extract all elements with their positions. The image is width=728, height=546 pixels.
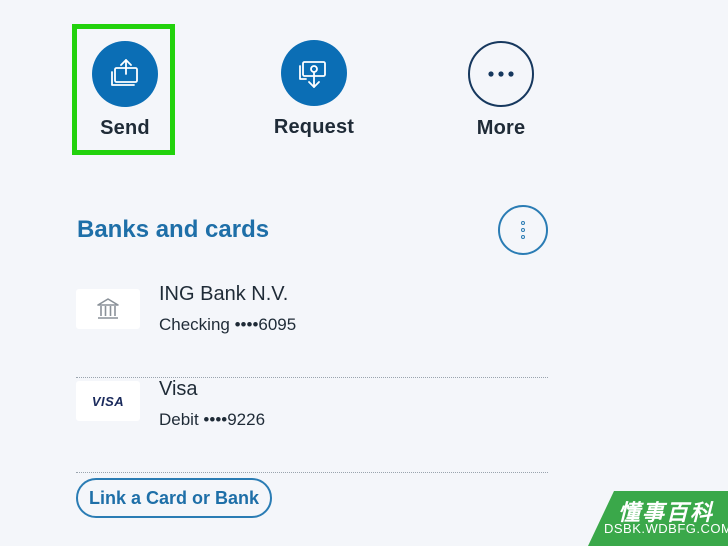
send-highlight-box	[72, 24, 175, 155]
request-button[interactable]: Request	[254, 40, 374, 139]
bank-account-detail: Checking ••••6095	[159, 315, 297, 334]
request-label: Request	[273, 116, 355, 138]
bank-icon	[76, 289, 140, 329]
link-card-or-bank-button[interactable]: Link a Card or Bank	[76, 478, 272, 518]
bank-item-ing[interactable]: ING Bank N.V. Checking ••••6095	[76, 283, 548, 378]
visa-logo-text: VISA	[91, 393, 125, 409]
more-label: More	[476, 117, 526, 139]
card-detail: Debit ••••9226	[159, 410, 266, 429]
divider	[76, 472, 548, 473]
visa-logo: VISA	[76, 381, 140, 421]
watermark-logo: 懂事百科 DSBK.WDBFG.COM	[588, 491, 728, 546]
more-button[interactable]: More	[441, 41, 561, 140]
card-item-visa[interactable]: VISA Visa Debit ••••9226	[76, 378, 548, 473]
watermark-subtitle: DSBK.WDBFG.COM	[604, 521, 728, 536]
options-menu-icon[interactable]	[498, 205, 548, 255]
more-icon	[468, 41, 534, 107]
bank-name: ING Bank N.V.	[159, 283, 289, 305]
section-title-banks-and-cards: Banks and cards	[77, 216, 270, 243]
card-name: Visa	[159, 378, 198, 400]
request-icon	[281, 40, 347, 106]
